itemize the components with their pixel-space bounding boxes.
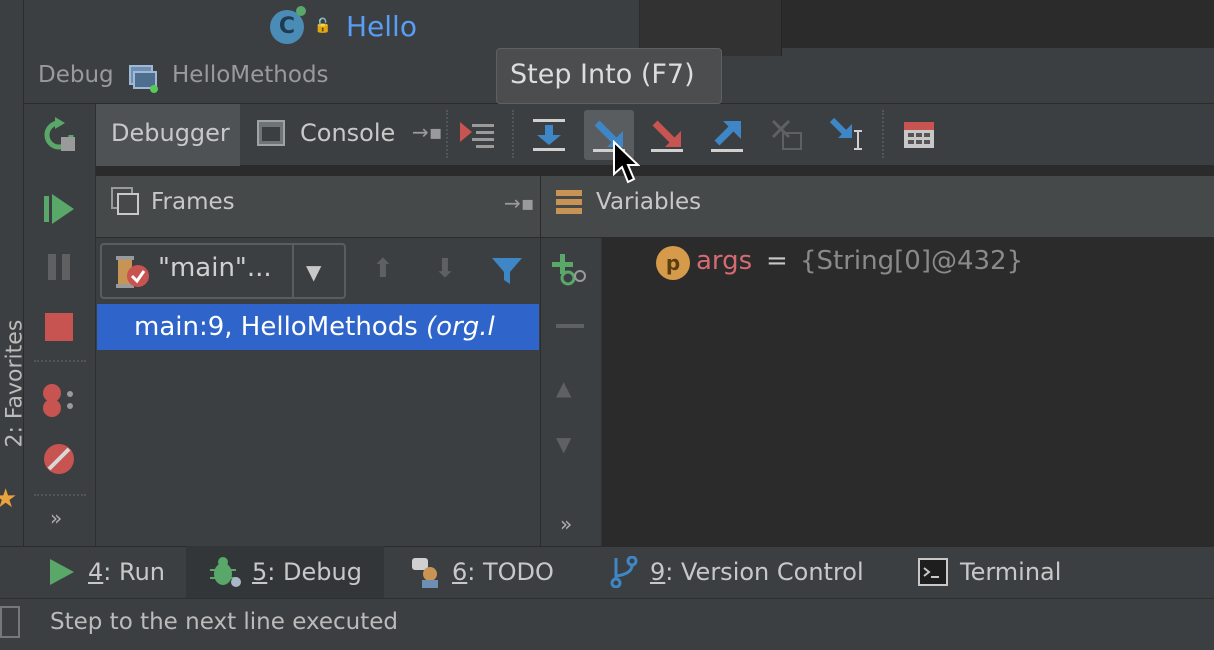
run-icon [50,559,74,585]
terminal-icon [918,558,948,586]
branch-icon [610,556,638,588]
todo-icon [412,558,438,588]
arrow-up-icon[interactable]: ⬆ [372,254,394,284]
tab-console[interactable]: Console [300,119,395,147]
variable-value[interactable]: {String[0]@432} [800,246,1023,276]
resume-icon [44,194,74,224]
evaluate-expression-button[interactable] [894,110,944,160]
variable-name[interactable]: args [696,246,752,276]
pause-button[interactable] [40,248,78,286]
frames-title: Frames [151,189,235,215]
mouse-cursor-icon [612,139,641,184]
frame-package: (org.l [426,312,495,342]
tool-window-run-key: 4 [88,558,104,586]
chevron-down-icon[interactable]: ▼ [306,260,321,284]
frames-icon [110,186,140,216]
execution-point-icon [460,122,494,148]
toolbar-separator [446,110,448,158]
tool-window-debug-label: : Debug [267,558,362,586]
tool-window-terminal[interactable]: Terminal [918,556,1061,588]
tool-window-vcs-key: 9 [650,558,666,586]
add-watch-icon [552,254,586,286]
arrow-down-icon[interactable]: ⬇ [434,254,456,284]
bug-icon [210,557,241,587]
tool-windows-toggle-icon[interactable] [0,606,20,638]
editor-tab-title[interactable]: Hello [346,10,417,43]
drop-frame-button[interactable] [762,110,812,160]
editor-area [782,0,1214,48]
unlock-icon: 🔓 [314,18,332,34]
tool-window-run[interactable]: 4: Run [48,556,165,588]
tool-window-vcs-label: : Version Control [665,558,864,586]
tool-window-todo[interactable]: 6: TODO [410,556,554,588]
star-icon: ★ [0,484,18,514]
tool-window-version-control[interactable]: 9: Version Control [610,556,864,588]
thread-suspended-icon [112,254,150,290]
toolbar-separator [882,110,884,158]
show-execution-point-button[interactable] [452,110,502,160]
separator [34,494,86,496]
variables-icon [554,188,584,216]
more-actions-button[interactable]: » [50,506,62,530]
tool-window-run-label: : Run [103,558,166,586]
tool-window-debug-key: 5 [252,558,268,586]
mute-breakpoints-button[interactable] [40,440,78,478]
more-variables-actions-button[interactable]: » [560,512,572,536]
breakpoints-icon [43,384,73,417]
remove-watch-icon[interactable] [556,324,584,328]
tool-window-debug[interactable]: 5: Debug [208,556,362,588]
new-watch-button[interactable] [550,252,588,286]
view-breakpoints-button[interactable] [40,382,78,420]
frame-method: main:9, HelloMethods [134,312,427,342]
force-step-into-button[interactable] [642,110,692,160]
tool-window-todo-label: : TODO [467,558,554,586]
variables-title: Variables [596,189,702,215]
tab-debugger-label[interactable]: Debugger [111,119,230,147]
stop-button[interactable] [40,308,78,346]
run-config-icon [128,62,160,94]
pin-frames-icon[interactable]: →▪ [504,191,534,215]
drop-frame-icon [771,119,802,150]
step-over-icon [533,119,565,151]
console-icon [256,118,286,148]
stop-icon [45,313,73,341]
rerun-icon [44,117,75,151]
favorites-strip [0,0,24,546]
combo-divider [292,245,294,297]
debug-config-name[interactable]: HelloMethods [172,62,329,88]
tool-window-terminal-label: Terminal [960,558,1062,586]
toolbar-separator [512,110,514,158]
runnable-badge-icon [296,6,306,16]
pin-tab-icon[interactable]: →▪ [412,120,442,144]
frame-row-text[interactable]: main:9, HelloMethods (org.l [134,312,538,342]
step-over-button[interactable] [524,110,574,160]
tooltip-text: Step Into (F7) [510,59,695,90]
tool-window-todo-key: 6 [452,558,468,586]
debug-window-title: Debug [38,62,114,88]
move-up-icon[interactable]: ▲ [556,376,571,400]
force-step-into-icon [651,120,683,152]
parameter-icon: p [656,246,690,280]
move-down-icon[interactable]: ▼ [556,432,571,456]
status-message: Step to the next line executed [50,609,399,635]
run-to-cursor-button[interactable] [822,110,872,160]
filter-icon[interactable] [490,254,524,288]
rerun-button[interactable] [40,116,78,154]
step-out-icon [711,121,743,152]
variables-tree [602,238,1214,546]
step-out-button[interactable] [702,110,752,160]
separator [34,360,86,362]
calculator-icon [904,122,934,148]
variable-equals: = [766,246,788,276]
run-to-cursor-icon [829,117,862,150]
resume-button[interactable] [40,190,78,228]
pause-icon [48,254,70,280]
thread-name[interactable]: "main"... [158,253,272,283]
mute-breakpoints-icon [44,444,74,474]
